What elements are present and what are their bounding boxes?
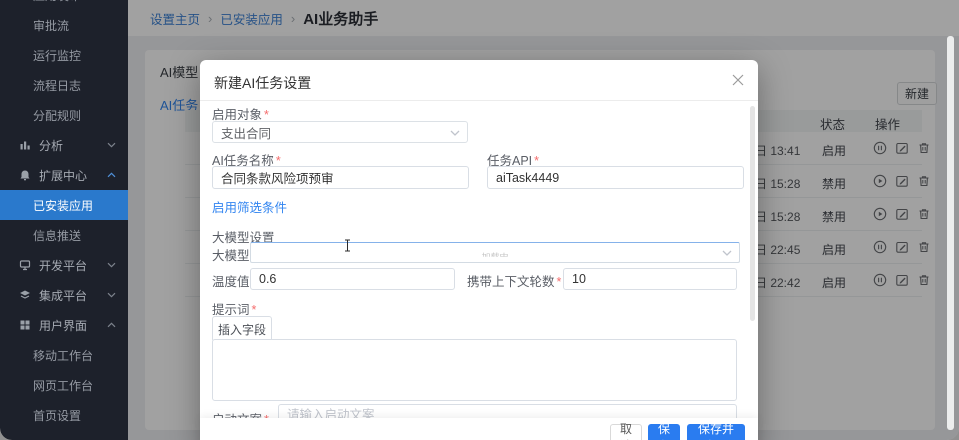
sidebar-item-process-log[interactable]: 流程日志	[0, 70, 128, 100]
sidebar-section-extension-center[interactable]: 扩展中心	[0, 160, 128, 190]
close-icon[interactable]	[732, 74, 744, 86]
sidebar-item-web-workbench[interactable]: 网页工作台	[0, 370, 128, 400]
context-rounds-label: 携带上下文轮数	[467, 271, 561, 290]
sidebar-section-user-interface[interactable]: 用户界面	[0, 310, 128, 340]
chevron-down-icon	[722, 250, 732, 256]
integration-icon	[19, 289, 31, 301]
chevron-up-icon	[107, 322, 116, 328]
save-and-enable-button[interactable]: 保存并启用	[687, 424, 745, 440]
sidebar: 应用发布 审批流 运行监控 流程日志 分配规则 分析 扩展中心 已安装应用 信息…	[0, 0, 128, 440]
sidebar-item-run-monitor[interactable]: 运行监控	[0, 40, 128, 70]
temperature-input[interactable]	[250, 268, 455, 290]
cancel-button[interactable]: 取消	[610, 424, 642, 440]
sidebar-item-homepage-settings[interactable]: 首页设置	[0, 400, 128, 430]
model-select-loading-text: 加载中	[251, 251, 739, 257]
task-name-input[interactable]	[212, 166, 469, 189]
app-window: 应用发布 审批流 运行监控 流程日志 分配规则 分析 扩展中心 已安装应用 信息…	[0, 0, 959, 440]
dev-platform-icon	[19, 259, 31, 271]
grid-icon	[19, 319, 31, 331]
sidebar-item-mobile-workbench[interactable]: 移动工作台	[0, 340, 128, 370]
dialog-scrollbar[interactable]	[750, 106, 755, 321]
sidebar-section-analysis[interactable]: 分析	[0, 130, 128, 160]
context-rounds-input[interactable]	[563, 268, 737, 290]
prompt-textarea[interactable]	[212, 339, 737, 401]
sidebar-section-integration-platform[interactable]: 集成平台	[0, 280, 128, 310]
task-api-input[interactable]	[487, 166, 744, 189]
page-scrollbar[interactable]	[947, 36, 954, 430]
sidebar-item-assign-rules[interactable]: 分配规则	[0, 100, 128, 130]
sidebar-item-app-publish[interactable]: 应用发布	[0, 0, 128, 10]
chevron-down-icon	[107, 262, 116, 268]
enable-target-select[interactable]: 支出合同	[212, 121, 468, 143]
chevron-down-icon	[107, 142, 116, 148]
sidebar-menu: 应用发布 审批流 运行监控 流程日志 分配规则 分析 扩展中心 已安装应用 信息…	[0, 0, 128, 430]
header-divider	[200, 100, 758, 101]
chevron-up-icon	[107, 172, 116, 178]
dialog-title: 新建AI任务设置	[214, 73, 311, 93]
chart-icon	[19, 139, 31, 151]
enable-filter-link[interactable]: 启用筛选条件	[212, 197, 287, 216]
text-cursor	[344, 239, 351, 252]
save-button[interactable]: 保存	[648, 424, 680, 440]
chevron-down-icon	[107, 292, 116, 298]
temperature-label: 温度值	[212, 271, 250, 290]
sidebar-item-message-push[interactable]: 信息推送	[0, 220, 128, 250]
extension-icon	[19, 169, 31, 181]
sidebar-item-approval-flow[interactable]: 审批流	[0, 10, 128, 40]
new-ai-task-dialog: 新建AI任务设置 启用对象 支出合同 AI任务名称 任务API 启用筛选条件 大…	[200, 60, 758, 440]
sidebar-section-dev-platform[interactable]: 开发平台	[0, 250, 128, 280]
sidebar-item-installed-apps[interactable]: 已安装应用	[0, 190, 128, 220]
dialog-footer: 取消 保存 保存并启用	[200, 418, 758, 440]
chevron-down-icon	[450, 130, 460, 136]
model-select[interactable]: 加载中	[250, 242, 740, 263]
